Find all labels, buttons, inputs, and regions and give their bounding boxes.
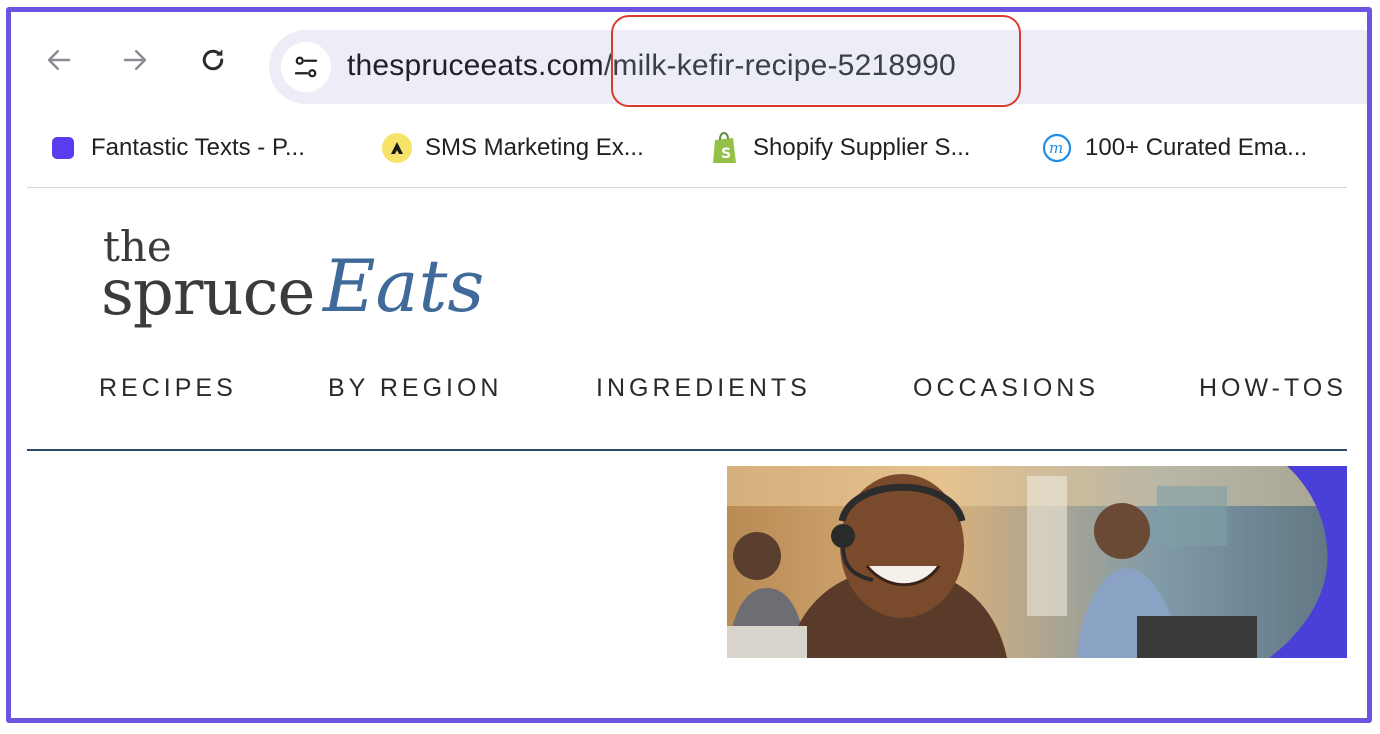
bookmark-sms-marketing[interactable]: SMS Marketing Ex... bbox=[381, 122, 644, 174]
nav-occasions[interactable]: OCCASIONS bbox=[913, 374, 1099, 403]
site-logo[interactable]: the spruce Eats bbox=[101, 222, 485, 352]
forward-arrow-icon bbox=[123, 50, 147, 70]
bookmark-label: Fantastic Texts - P... bbox=[91, 134, 305, 161]
address-bar[interactable]: thespruceeats.com/milk-kefir-recipe-5218… bbox=[269, 30, 1367, 104]
reload-icon bbox=[202, 49, 224, 71]
nav-how-tos[interactable]: HOW-TOS bbox=[1199, 374, 1347, 403]
toolbar-divider bbox=[27, 187, 1347, 188]
call-center-photo bbox=[727, 466, 1347, 658]
bookmark-label: SMS Marketing Ex... bbox=[425, 134, 644, 161]
url-domain: thespruceeats.com bbox=[347, 49, 604, 82]
screenshot-frame: thespruceeats.com/milk-kefir-recipe-5218… bbox=[6, 7, 1372, 723]
logo-eats: Eats bbox=[323, 244, 485, 328]
attentive-logo-icon bbox=[381, 132, 413, 164]
site-info-button[interactable] bbox=[281, 42, 331, 92]
browser-window: thespruceeats.com/milk-kefir-recipe-5218… bbox=[11, 12, 1367, 718]
logo-spruce: spruce bbox=[101, 256, 315, 330]
site-main-nav: RECIPES BY REGION INGREDIENTS OCCASIONS … bbox=[99, 374, 1349, 414]
svg-text:S: S bbox=[721, 146, 731, 162]
bookmark-fantastic-texts[interactable]: Fantastic Texts - P... bbox=[47, 122, 305, 174]
bookmarks-bar: Fantastic Texts - P... SMS Marketing Ex.… bbox=[37, 122, 1357, 174]
nav-underline bbox=[27, 449, 1347, 451]
nav-ingredients[interactable]: INGREDIENTS bbox=[596, 374, 811, 403]
m-circle-icon: m bbox=[1041, 132, 1073, 164]
svg-text:m: m bbox=[1049, 139, 1063, 157]
forward-button[interactable] bbox=[117, 42, 153, 78]
bookmark-label: 100+ Curated Ema... bbox=[1085, 134, 1308, 161]
tune-icon bbox=[294, 56, 318, 78]
url-text[interactable]: thespruceeats.com/milk-kefir-recipe-5218… bbox=[347, 49, 956, 83]
shopify-bag-icon: S bbox=[709, 131, 741, 164]
nav-by-region[interactable]: BY REGION bbox=[328, 374, 502, 403]
back-arrow-icon bbox=[47, 50, 71, 70]
bookmark-shopify-supplier[interactable]: S Shopify Supplier S... bbox=[709, 122, 970, 174]
bookmark-label: Shopify Supplier S... bbox=[753, 134, 971, 161]
nav-recipes[interactable]: RECIPES bbox=[99, 374, 237, 403]
ad-banner-image[interactable] bbox=[727, 466, 1347, 658]
url-path: /milk-kefir-recipe-5218990 bbox=[603, 49, 956, 82]
bookmark-curated-emails[interactable]: m 100+ Curated Ema... bbox=[1041, 122, 1307, 174]
back-button[interactable] bbox=[41, 42, 77, 78]
reload-button[interactable] bbox=[195, 42, 231, 78]
purple-square-icon bbox=[47, 132, 79, 164]
